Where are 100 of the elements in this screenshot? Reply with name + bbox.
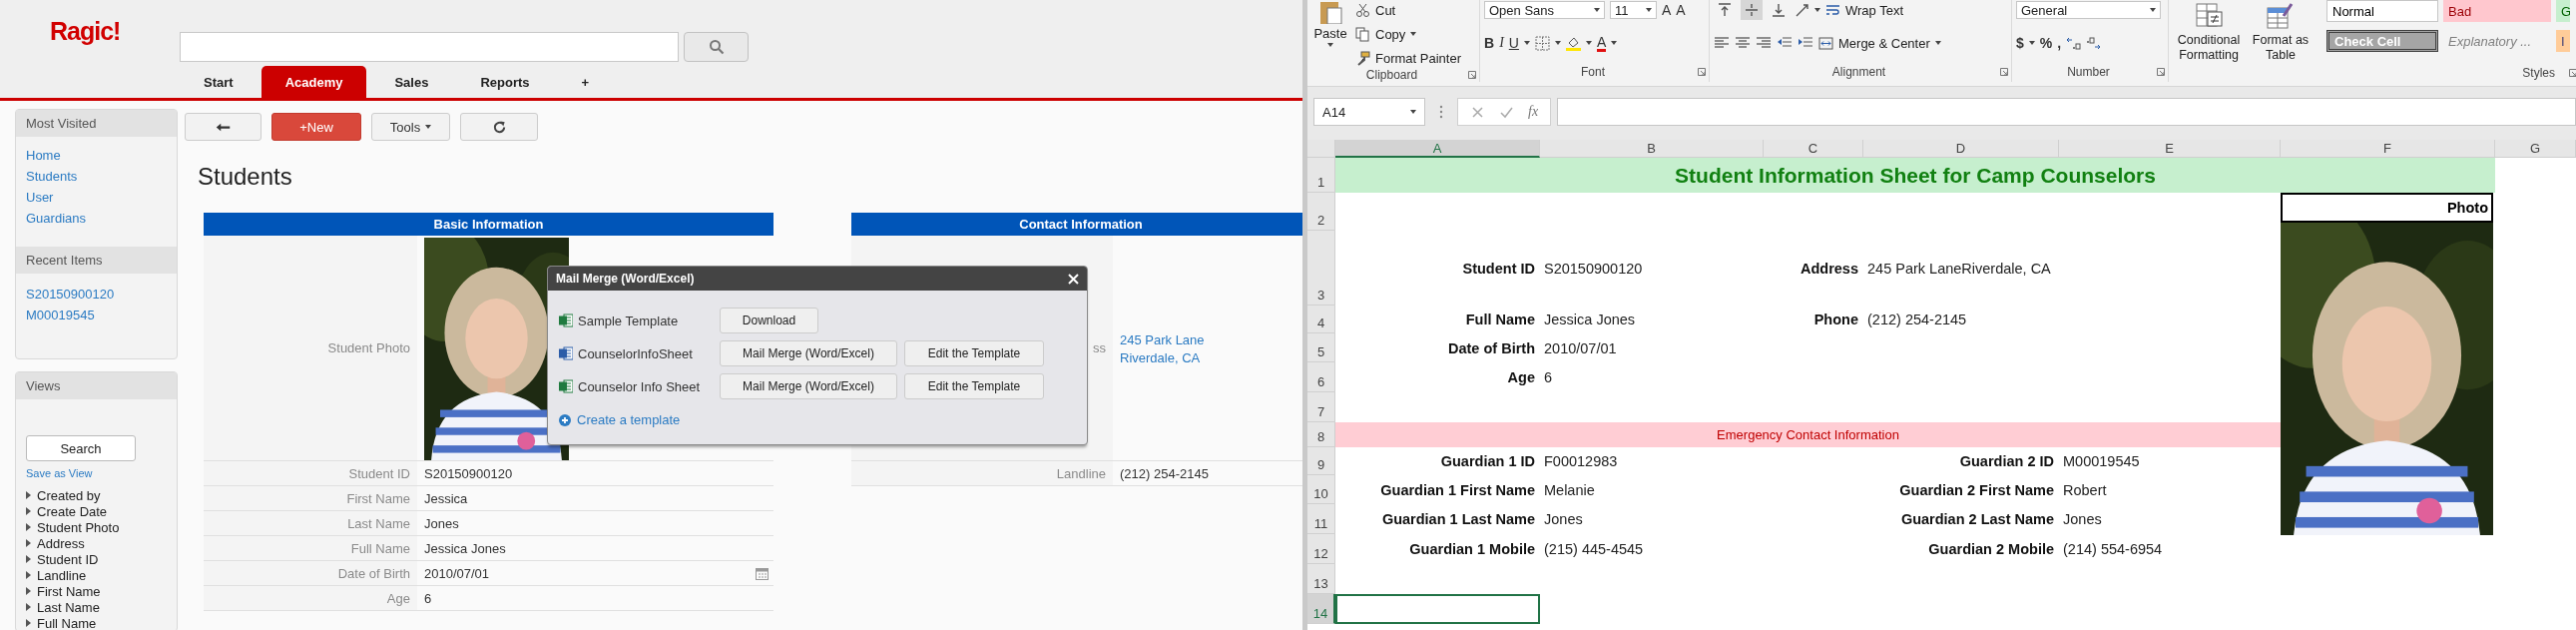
- row-header[interactable]: 6: [1307, 362, 1335, 392]
- column-header[interactable]: F: [2281, 140, 2495, 158]
- font-name-field[interactable]: Open Sans: [1484, 1, 1605, 19]
- column-header[interactable]: C: [1764, 140, 1863, 158]
- paste-button[interactable]: Paste: [1313, 26, 1347, 41]
- column-header[interactable]: B: [1540, 140, 1764, 158]
- sidebar-link[interactable]: S20150900120: [26, 284, 115, 305]
- copy-button[interactable]: Copy: [1375, 26, 1406, 42]
- sidebar-link[interactable]: Home: [26, 145, 61, 166]
- wrap-text-button[interactable]: Wrap Text: [1845, 2, 1904, 18]
- field-name[interactable]: Address: [37, 535, 85, 551]
- sidebar-link[interactable]: Students: [26, 166, 78, 187]
- caret-icon[interactable]: [1585, 41, 1592, 45]
- row-header[interactable]: 5: [1307, 333, 1335, 362]
- cell-style-tile[interactable]: Explanatory ...: [2443, 30, 2551, 52]
- currency-button[interactable]: $: [2016, 35, 2024, 51]
- row-header[interactable]: 14: [1307, 594, 1335, 624]
- cell-style-tile[interactable]: Bad: [2443, 0, 2551, 22]
- field-name[interactable]: Student ID: [37, 551, 99, 567]
- sidebar-link[interactable]: User: [26, 187, 54, 208]
- caret-icon[interactable]: [1934, 41, 1941, 45]
- format-painter-button[interactable]: Format Painter: [1375, 50, 1461, 66]
- save-view-link[interactable]: Save as View: [26, 467, 93, 479]
- close-icon[interactable]: [1068, 273, 1079, 285]
- launcher-icon[interactable]: [1468, 71, 1476, 79]
- merge-icon[interactable]: [1818, 35, 1833, 51]
- column-header[interactable]: A: [1335, 140, 1540, 158]
- column-header[interactable]: D: [1863, 140, 2059, 158]
- brush-icon[interactable]: [1355, 50, 1370, 66]
- row-header[interactable]: 1: [1307, 158, 1335, 193]
- indent-icon[interactable]: [1798, 36, 1813, 50]
- caret-icon[interactable]: [1327, 43, 1333, 47]
- row-header[interactable]: 13: [1307, 564, 1335, 594]
- bold-button[interactable]: B: [1484, 35, 1495, 51]
- field-name[interactable]: Last Name: [37, 599, 100, 615]
- copy-icon[interactable]: [1355, 26, 1370, 42]
- calendar-icon[interactable]: [756, 566, 769, 580]
- caret-icon[interactable]: [1814, 8, 1820, 12]
- decrease-decimal-icon[interactable]: [2086, 35, 2102, 51]
- align-center-icon[interactable]: [1735, 36, 1751, 50]
- caret-icon[interactable]: [1523, 41, 1530, 45]
- field-name[interactable]: Created by: [37, 487, 101, 503]
- borders-icon[interactable]: [1534, 35, 1550, 51]
- formula-field[interactable]: [1557, 98, 2576, 126]
- grow-font-button[interactable]: A: [1662, 2, 1672, 18]
- address-link[interactable]: 245 Park Lane: [1120, 330, 1205, 349]
- template-button[interactable]: Edit the Template: [904, 340, 1044, 366]
- row-header[interactable]: 11: [1307, 504, 1335, 534]
- search-button[interactable]: [684, 32, 749, 62]
- wrap-text-icon[interactable]: [1825, 2, 1840, 18]
- tab[interactable]: Reports: [456, 66, 554, 98]
- launcher-icon[interactable]: [2569, 68, 2576, 77]
- field-name[interactable]: Create Date: [37, 503, 108, 519]
- search-button[interactable]: Search: [26, 435, 136, 461]
- name-box[interactable]: A14: [1313, 98, 1425, 126]
- sidebar-link[interactable]: M00019545: [26, 305, 95, 325]
- add-icon[interactable]: [559, 413, 571, 426]
- align-left-icon[interactable]: [1714, 36, 1730, 50]
- tab[interactable]: Academy: [260, 66, 367, 98]
- launcher-icon[interactable]: [2157, 68, 2165, 76]
- row-header[interactable]: 8: [1307, 422, 1335, 447]
- caret-icon[interactable]: [2028, 41, 2035, 45]
- caret-icon[interactable]: [1410, 32, 1417, 36]
- insert-function-button[interactable]: fx: [1528, 104, 1539, 120]
- tab[interactable]: Start: [180, 66, 258, 98]
- orientation-icon[interactable]: [1795, 2, 1809, 18]
- create-template-link[interactable]: Create a template: [577, 412, 681, 427]
- sidebar-link[interactable]: Guardians: [26, 208, 86, 229]
- field-name[interactable]: Landline: [37, 567, 87, 583]
- row-header[interactable]: 2: [1307, 193, 1335, 231]
- launcher-icon[interactable]: [2000, 68, 2008, 76]
- table-brush-icon[interactable]: [2266, 2, 2296, 30]
- caret-icon[interactable]: [1611, 41, 1618, 45]
- row-header[interactable]: 3: [1307, 231, 1335, 306]
- field-name[interactable]: Student Photo: [37, 519, 120, 535]
- fill-color-icon[interactable]: [1565, 35, 1581, 51]
- refresh-button[interactable]: [460, 113, 538, 141]
- font-color-button[interactable]: A: [1596, 34, 1607, 52]
- column-header[interactable]: G: [2495, 140, 2576, 158]
- field-name[interactable]: First Name: [37, 583, 101, 599]
- template-button[interactable]: Mail Merge (Word/Excel): [720, 373, 897, 399]
- launcher-icon[interactable]: [1698, 68, 1706, 76]
- template-button[interactable]: Mail Merge (Word/Excel): [720, 340, 897, 366]
- underline-button[interactable]: U: [1508, 35, 1519, 51]
- field-name[interactable]: Full Name: [37, 615, 97, 630]
- align-button[interactable]: [1741, 0, 1763, 20]
- cut-button[interactable]: Cut: [1375, 2, 1396, 18]
- cell-style-tile[interactable]: Normal: [2326, 0, 2438, 22]
- column-header[interactable]: E: [2059, 140, 2281, 158]
- font-size-field[interactable]: 11: [1610, 1, 1657, 19]
- outdent-icon[interactable]: [1777, 36, 1793, 50]
- conditional-formatting-button[interactable]: Conditional Formatting: [2173, 33, 2245, 63]
- address-link[interactable]: Riverdale, CA: [1120, 348, 1201, 367]
- caret-icon[interactable]: [1554, 41, 1561, 45]
- row-header[interactable]: 10: [1307, 475, 1335, 504]
- conditional-format-icon[interactable]: [2194, 2, 2224, 30]
- paste-icon[interactable]: [1317, 2, 1343, 24]
- template-button[interactable]: Download: [720, 308, 818, 333]
- merge-center-button[interactable]: Merge & Center: [1838, 35, 1930, 51]
- tab[interactable]: +: [557, 66, 614, 98]
